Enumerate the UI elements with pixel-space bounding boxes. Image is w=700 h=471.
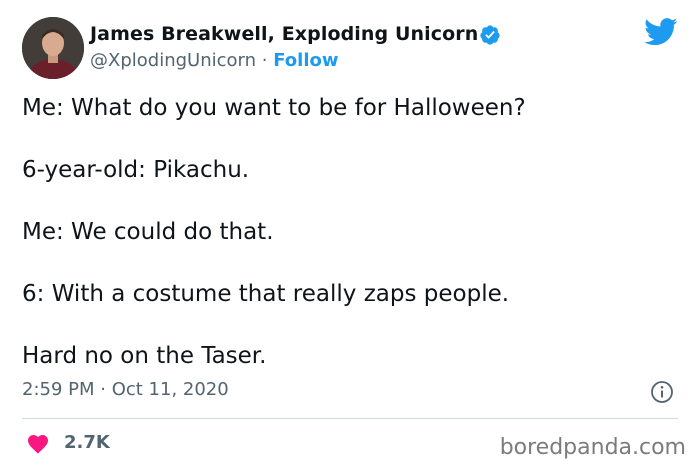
separator-dot: · (261, 50, 268, 71)
tweet-line: Me: We could do that. (22, 219, 274, 245)
tweet-line: 6-year-old: Pikachu. (22, 157, 250, 183)
twitter-bird-icon[interactable] (644, 18, 678, 46)
watermark: boredpanda.com (499, 435, 686, 460)
tweet-card: James Breakwell, Exploding Unicorn @Xplo… (0, 0, 700, 471)
avatar[interactable] (22, 17, 84, 79)
like-count: 2.7K (64, 432, 110, 453)
tweet-line: 6: With a costume that really zaps peopl… (22, 281, 510, 307)
handle-line: @XplodingUnicorn · Follow (90, 50, 339, 71)
author-handle[interactable]: @XplodingUnicorn (90, 50, 256, 71)
info-icon[interactable] (650, 380, 674, 404)
tweet-line: Me: What do you want to be for Halloween… (22, 95, 526, 121)
divider (22, 418, 678, 419)
tweet-text: Me: What do you want to be for Halloween… (22, 90, 678, 400)
author-name[interactable]: James Breakwell, Exploding Unicorn (90, 23, 478, 45)
tweet-timestamp[interactable]: 2:59 PM · Oct 11, 2020 (22, 379, 229, 400)
heart-icon[interactable] (26, 432, 50, 454)
follow-button[interactable]: Follow (273, 50, 338, 71)
tweet-line: Hard no on the Taser. (22, 343, 267, 369)
verified-badge-icon (480, 25, 500, 45)
